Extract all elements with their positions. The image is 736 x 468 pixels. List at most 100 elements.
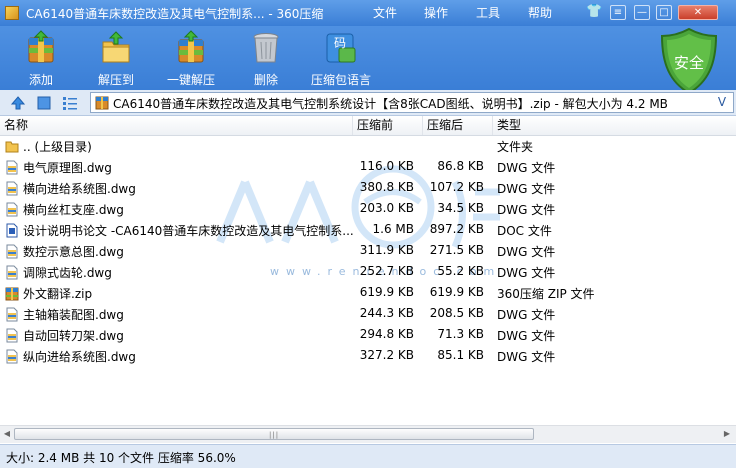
address-path: CA6140普通车床数控改造及其电气控制系统设计【含8张CAD图纸、说明书】.z… [113, 97, 668, 111]
list-view-icon[interactable] [62, 95, 78, 111]
one-click-extract-button[interactable]: 一键解压 [155, 28, 227, 88]
size-before: 1.6 MB [372, 222, 414, 236]
dwg-file-icon [5, 181, 19, 196]
close-button[interactable]: ✕ [678, 5, 718, 20]
svg-text:码: 码 [334, 36, 346, 50]
menu-tools[interactable]: 工具 [476, 4, 500, 21]
size-before: 311.9 KB [359, 243, 414, 257]
dwg-file-icon [5, 265, 19, 280]
dwg-file-icon [5, 160, 19, 175]
size-before: 252.7 KB [359, 264, 414, 278]
file-name: 自动回转刀架.dwg [23, 329, 124, 343]
file-type: DWG 文件 [497, 308, 556, 322]
size-after: 55.2 KB [437, 264, 484, 278]
doc-file-icon [5, 223, 19, 238]
size-after: 208.5 KB [429, 306, 484, 320]
size-after: 85.1 KB [437, 348, 484, 362]
table-row[interactable]: 横向进给系统图.dwg 380.8 KB 107.2 KB DWG 文件 [0, 178, 736, 199]
address-dropdown-button[interactable]: V [713, 94, 731, 111]
up-level-icon[interactable] [10, 95, 26, 111]
size-after: 897.2 KB [429, 222, 484, 236]
file-type: DWG 文件 [497, 203, 556, 217]
file-name: 横向丝杠支座.dwg [23, 203, 124, 217]
file-name: 主轴箱装配图.dwg [23, 308, 124, 322]
status-text: 大小: 2.4 MB 共 10 个文件 压缩率 56.0% [6, 451, 236, 465]
scroll-grip-icon: ||| [269, 431, 280, 439]
table-row[interactable]: 电气原理图.dwg 116.0 KB 86.8 KB DWG 文件 [0, 157, 736, 178]
table-row[interactable]: .. (上级目录) 文件夹 [0, 136, 736, 157]
file-name: 调隙式齿轮.dwg [23, 266, 112, 280]
dwg-file-icon [5, 349, 19, 364]
security-shield-icon[interactable]: 安全 [658, 26, 720, 96]
table-row[interactable]: 自动回转刀架.dwg 294.8 KB 71.3 KB DWG 文件 [0, 325, 736, 346]
column-compressed-before[interactable]: 压缩前 [353, 116, 423, 135]
archive-language-button[interactable]: 码 压缩包语言 [305, 28, 377, 88]
column-name[interactable]: 名称 [0, 116, 353, 135]
table-row[interactable]: 横向丝杠支座.dwg 203.0 KB 34.5 KB DWG 文件 [0, 199, 736, 220]
file-type: DWG 文件 [497, 329, 556, 343]
address-bar[interactable]: CA6140普通车床数控改造及其电气控制系统设计【含8张CAD图纸、说明书】.z… [90, 92, 734, 113]
column-compressed-after[interactable]: 压缩后 [423, 116, 493, 135]
table-row[interactable]: 调隙式齿轮.dwg 252.7 KB 55.2 KB DWG 文件 [0, 262, 736, 283]
zip-file-icon [5, 286, 19, 301]
file-type: DOC 文件 [497, 224, 552, 238]
window-title: CA6140普通车床数控改造及其电气控制系... - 360压缩 [26, 7, 324, 21]
extract-to-button[interactable]: 解压到 [80, 28, 152, 88]
extract-to-label: 解压到 [97, 73, 134, 87]
file-type: DWG 文件 [497, 182, 556, 196]
size-after: 619.9 KB [429, 285, 484, 299]
table-row[interactable]: 纵向进给系统图.dwg 327.2 KB 85.1 KB DWG 文件 [0, 346, 736, 367]
add-label: 添加 [28, 73, 53, 87]
delete-label: 删除 [253, 73, 278, 87]
table-row[interactable]: 数控示意总图.dwg 311.9 KB 271.5 KB DWG 文件 [0, 241, 736, 262]
column-type[interactable]: 类型 [493, 116, 736, 135]
menu-operate[interactable]: 操作 [424, 4, 448, 21]
file-name: 纵向进给系统图.dwg [23, 350, 136, 364]
file-name: 数控示意总图.dwg [23, 245, 124, 259]
file-name: .. (上级目录) [23, 140, 92, 154]
zip-archive-icon [95, 96, 109, 110]
title-bar: CA6140普通车床数控改造及其电气控制系... - 360压缩 文件 操作 工… [0, 0, 736, 26]
scroll-thumb[interactable]: ||| [14, 428, 534, 440]
add-archive-icon [28, 30, 54, 63]
table-row[interactable]: 设计说明书论文 -CA6140普通车床数控改造及其电气控制系... 1.6 MB 8… [0, 220, 736, 241]
large-icon-view-icon[interactable] [36, 95, 52, 111]
app-logo-icon [5, 6, 19, 20]
horizontal-scrollbar[interactable]: ◀ ||| ▶ [0, 425, 736, 443]
main-menu-button[interactable]: ≡ [610, 5, 626, 20]
file-type: DWG 文件 [497, 266, 556, 280]
size-before: 244.3 KB [359, 306, 414, 320]
security-label: 安全 [674, 54, 704, 72]
add-button[interactable]: 添加 [5, 28, 77, 88]
file-name: 横向进给系统图.dwg [23, 182, 136, 196]
file-list: 名称 压缩前 压缩后 类型 www.renrendoc.com .. (上级目录… [0, 116, 736, 444]
size-before: 327.2 KB [359, 348, 414, 362]
trash-can-icon [253, 33, 279, 63]
file-name: 外文翻译.zip [23, 287, 93, 301]
size-after: 271.5 KB [429, 243, 484, 257]
size-after: 86.8 KB [437, 159, 484, 173]
file-type: 360压缩 ZIP 文件 [497, 287, 595, 301]
skin-shirt-icon[interactable]: 👕 [586, 5, 602, 20]
menu-file[interactable]: 文件 [373, 4, 397, 21]
file-type: 文件夹 [497, 140, 534, 154]
archive-language-label: 压缩包语言 [310, 73, 371, 87]
file-type: DWG 文件 [497, 350, 556, 364]
scroll-right-arrow-icon[interactable]: ▶ [722, 429, 732, 439]
size-before: 203.0 KB [359, 201, 414, 215]
scroll-left-arrow-icon[interactable]: ◀ [2, 429, 12, 439]
dwg-file-icon [5, 307, 19, 322]
delete-button[interactable]: 删除 [230, 28, 302, 88]
file-type: DWG 文件 [497, 161, 556, 175]
file-name: 设计说明书论文 -CA6140普通车床数控改造及其电气控制系... [23, 224, 353, 238]
folder-icon [5, 139, 19, 154]
minimize-button[interactable]: — [634, 5, 650, 20]
table-row[interactable]: 主轴箱装配图.dwg 244.3 KB 208.5 KB DWG 文件 [0, 304, 736, 325]
one-click-extract-label: 一键解压 [166, 73, 215, 87]
size-before: 380.8 KB [359, 180, 414, 194]
size-before: 294.8 KB [359, 327, 414, 341]
size-before: 116.0 KB [359, 159, 414, 173]
table-row[interactable]: 外文翻译.zip 619.9 KB 619.9 KB 360压缩 ZIP 文件 [0, 283, 736, 304]
maximize-button[interactable]: □ [656, 5, 672, 20]
menu-help[interactable]: 帮助 [528, 4, 552, 21]
